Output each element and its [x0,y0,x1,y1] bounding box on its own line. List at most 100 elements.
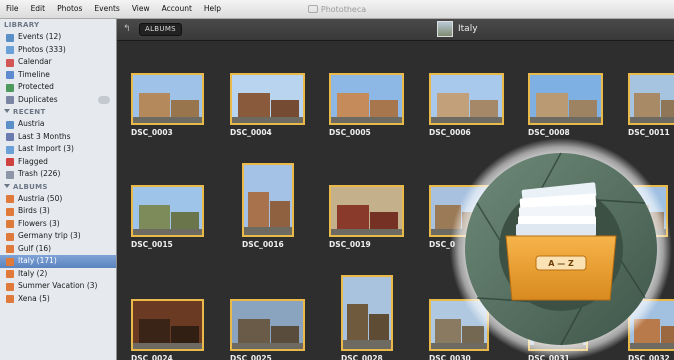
sidebar-item-label: Last 3 Months [18,131,71,141]
sidebar-item-library-5[interactable]: Duplicates [0,94,116,107]
sidebar-item-label: Flagged [18,156,48,166]
photo-thumbnail[interactable] [429,73,504,125]
menu-account[interactable]: Account [156,0,198,18]
disclosure-triangle-icon [4,109,10,113]
album-icon [6,295,14,303]
sidebar-item-library-1[interactable]: Photos (333) [0,44,116,57]
sidebar-item-label: Xena (5) [18,293,50,303]
photo-thumbnail[interactable] [329,185,404,237]
sidebar-item-library-4[interactable]: Protected [0,81,116,94]
photo-caption: DSC_0 [429,240,456,249]
events-icon [6,33,14,42]
sidebar-item-albums-8[interactable]: Xena (5) [0,293,116,306]
album-icon [6,232,14,241]
photo-thumbnail[interactable] [528,73,603,125]
recent-heading-label: RECENT [13,108,46,116]
sidebar-item-albums-1[interactable]: Birds (3) [0,205,116,218]
album-thumbnail-icon [437,21,453,37]
sidebar-item-albums-6[interactable]: Italy (2) [0,268,116,281]
sidebar-item-recent-3[interactable]: Flagged [0,156,116,169]
album-icon [6,282,14,291]
photo-thumbnail[interactable] [429,185,489,237]
main-toolbar: ↰ ALBUMS Italy [117,19,674,41]
photo-ground [431,229,487,235]
library-heading[interactable]: LIBRARY [0,19,116,31]
sidebar-item-recent-4[interactable]: Trash (226) [0,168,116,181]
trash-icon [6,170,14,179]
sidebar-item-albums-7[interactable]: Summer Vacation (3) [0,280,116,293]
album-icon [6,245,14,253]
photo-caption: DSC_0024 [131,354,173,360]
sidebar-item-albums-5[interactable]: Italy (171) [0,255,116,268]
menu-photos[interactable]: Photos [51,0,88,18]
menu-file[interactable]: File [0,0,25,18]
albums-heading-label: ALBUMS [13,182,48,191]
album-icon [6,220,14,228]
photo-ground [244,226,292,235]
photo-thumbnail[interactable] [429,299,489,351]
menu-help[interactable]: Help [198,0,227,18]
photo-thumbnail[interactable] [628,73,674,125]
photo-ground [431,117,502,123]
photo-ground [630,117,674,123]
sidebar: LIBRARY Events (12) Photos (333) Calendar T… [0,19,117,360]
sidebar-item-label: Photos (333) [18,44,66,54]
menu-view[interactable]: View [126,0,156,18]
photo-ground [331,229,402,235]
photo-ground [530,117,601,123]
flag-icon [6,158,14,166]
photo-ground [232,343,303,349]
photo-thumbnail[interactable] [628,185,668,237]
sidebar-item-label: Italy (2) [18,268,48,278]
photo-caption: DSC_0031 [528,354,570,360]
photo-ground [331,117,402,123]
recent-heading[interactable]: RECENT [0,106,116,118]
sidebar-item-recent-1[interactable]: Last 3 Months [0,131,116,144]
back-arrow-icon[interactable]: ↰ [123,24,131,34]
sidebar-item-albums-3[interactable]: Germany trip (3) [0,230,116,243]
library-heading-label: LIBRARY [4,21,40,29]
photo-ground [133,117,202,123]
photo-thumbnail[interactable] [230,299,305,351]
photo-caption: DSC_0030 [429,354,471,360]
photo-thumbnail[interactable] [242,163,294,237]
sidebar-item-albums-4[interactable]: Gulf (16) [0,243,116,256]
austria-album-icon [6,120,14,129]
photo-caption: DSC_0 [628,240,655,249]
sidebar-item-library-0[interactable]: Events (12) [0,31,116,44]
camera-icon [307,4,318,13]
sidebar-item-library-3[interactable]: Timeline [0,69,116,82]
photo-caption: DSC_0006 [429,128,471,137]
photo-thumbnail[interactable] [329,73,404,125]
menu-events[interactable]: Events [88,0,125,18]
photo-thumbnail[interactable] [341,275,393,351]
albums-button[interactable]: ALBUMS [139,23,182,36]
photo-caption: DSC_0011 [628,128,670,137]
disclosure-triangle-icon [4,183,10,188]
sidebar-item-albums-2[interactable]: Flowers (3) [0,218,116,231]
photo-caption: DSC_0005 [329,128,371,137]
album-icon [6,257,14,266]
photo-thumbnail[interactable] [131,73,204,125]
photo-thumbnail[interactable] [528,311,588,351]
photo-ground [133,343,202,349]
photo-thumbnail[interactable] [628,299,674,351]
sidebar-item-recent-0[interactable]: Austria [0,118,116,131]
import-icon [6,145,14,154]
current-album-label: Italy [458,24,478,34]
sidebar-item-label: Protected [18,82,54,91]
sidebar-item-label: Austria (50) [18,193,63,203]
menu-edit[interactable]: Edit [25,0,52,18]
sidebar-item-recent-2[interactable]: Last Import (3) [0,143,116,156]
sidebar-item-library-2[interactable]: Calendar [0,56,116,69]
sidebar-item-label: Last Import (3) [18,144,74,153]
photo-thumbnail[interactable] [230,73,305,125]
sidebar-item-label: Trash (226) [18,169,61,178]
photo-caption: DSC_0028 [341,354,383,360]
sidebar-item-label: Duplicates [18,94,58,104]
sidebar-item-albums-0[interactable]: Austria (50) [0,193,116,206]
count-badge [98,96,110,104]
photo-thumbnail[interactable] [131,185,204,237]
albums-heading[interactable]: ALBUMS [0,181,116,193]
photo-thumbnail[interactable] [131,299,204,351]
